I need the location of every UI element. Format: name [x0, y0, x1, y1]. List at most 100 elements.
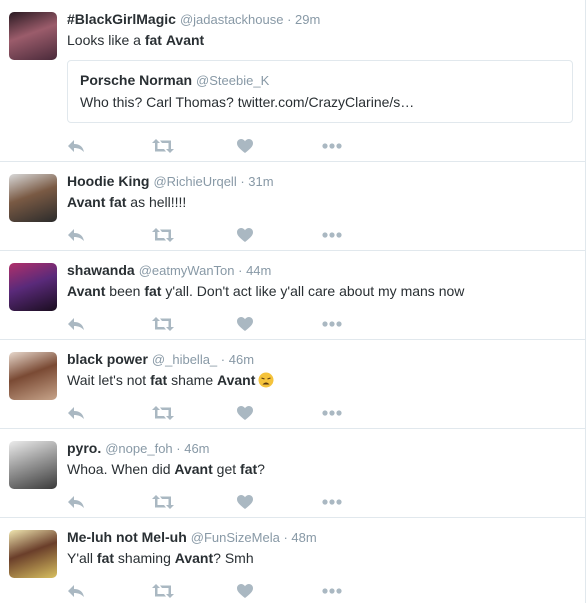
- more-options-button[interactable]: [322, 232, 407, 238]
- tweet-timestamp[interactable]: 44m: [246, 263, 271, 278]
- avatar[interactable]: [9, 441, 57, 489]
- more-options-button[interactable]: [322, 143, 407, 149]
- avatar[interactable]: [9, 530, 57, 578]
- retweet-icon[interactable]: [152, 228, 174, 242]
- retweet-button[interactable]: [152, 317, 237, 331]
- retweet-button[interactable]: [152, 495, 237, 509]
- like-button[interactable]: [237, 406, 322, 420]
- author-handle[interactable]: @RichieUrqell: [153, 174, 236, 189]
- text-segment: y'all. Don't act like y'all care about m…: [161, 283, 465, 299]
- tweet-text: Avant been fat y'all. Don't act like y'a…: [67, 281, 575, 301]
- text-segment: been: [105, 283, 145, 299]
- more-dots-icon[interactable]: [322, 232, 342, 238]
- author-name[interactable]: Me-luh not Mel-uh: [67, 529, 187, 545]
- reply-icon[interactable]: [67, 584, 85, 598]
- like-button[interactable]: [237, 139, 322, 153]
- like-heart-icon[interactable]: [237, 317, 253, 331]
- highlighted-keyword: fat: [96, 550, 115, 566]
- like-button[interactable]: [237, 317, 322, 331]
- author-name[interactable]: shawanda: [67, 262, 135, 278]
- like-button[interactable]: [237, 584, 322, 598]
- more-dots-icon[interactable]: [322, 143, 342, 149]
- tweet: Hoodie King @RichieUrqell · 31m Avant fat …: [0, 162, 585, 251]
- retweet-icon[interactable]: [152, 139, 174, 153]
- reply-button[interactable]: [67, 228, 152, 242]
- reply-icon[interactable]: [67, 139, 85, 153]
- more-dots-icon[interactable]: [322, 588, 342, 594]
- like-heart-icon[interactable]: [237, 495, 253, 509]
- tweet-timestamp[interactable]: 48m: [291, 530, 316, 545]
- more-dots-icon[interactable]: [322, 410, 342, 416]
- more-options-button[interactable]: [322, 321, 407, 327]
- text-segment: Whoa. When did: [67, 461, 175, 477]
- retweet-button[interactable]: [152, 228, 237, 242]
- reply-button[interactable]: [67, 495, 152, 509]
- like-heart-icon[interactable]: [237, 584, 253, 598]
- retweet-icon[interactable]: [152, 584, 174, 598]
- more-dots-icon[interactable]: [322, 321, 342, 327]
- tweet-actions: [67, 576, 575, 603]
- avatar[interactable]: [9, 174, 57, 222]
- like-button[interactable]: [237, 228, 322, 242]
- retweet-icon[interactable]: [152, 406, 174, 420]
- reply-icon[interactable]: [67, 317, 85, 331]
- tweet-timeline: #BlackGirlMagic @jadastackhouse · 29m Look…: [0, 0, 586, 603]
- more-options-button[interactable]: [322, 410, 407, 416]
- quoted-tweet-header: Porsche Norman @Steebie_K: [80, 71, 560, 90]
- reply-button[interactable]: [67, 406, 152, 420]
- tweet-header: black power @_hibella_ · 46m: [67, 350, 575, 369]
- author-name[interactable]: #BlackGirlMagic: [67, 11, 176, 27]
- avatar[interactable]: [9, 263, 57, 311]
- highlighted-keyword: Avant: [67, 194, 106, 210]
- author-handle[interactable]: @jadastackhouse: [180, 12, 284, 27]
- reply-button[interactable]: [67, 584, 152, 598]
- tweet-text: Avant fat as hell!!!!: [67, 192, 575, 212]
- tweet: shawanda @eatmyWanTon · 44m Avant been fat…: [0, 251, 585, 340]
- tweet-header: Me-luh not Mel-uh @FunSizeMela · 48m: [67, 528, 575, 547]
- like-heart-icon[interactable]: [237, 406, 253, 420]
- more-dots-icon[interactable]: [322, 499, 342, 505]
- reply-icon[interactable]: [67, 228, 85, 242]
- tweet: pyro. @nope_foh · 46m Whoa. When did Avant…: [0, 429, 585, 518]
- author-handle[interactable]: @FunSizeMela: [191, 530, 280, 545]
- retweet-button[interactable]: [152, 406, 237, 420]
- text-segment: Y'all: [67, 550, 97, 566]
- like-button[interactable]: [237, 495, 322, 509]
- quoted-tweet[interactable]: Porsche Norman @Steebie_K Who this? Carl T…: [67, 60, 573, 123]
- author-handle[interactable]: @nope_foh: [105, 441, 172, 456]
- tweet-actions: [67, 220, 575, 250]
- retweet-icon[interactable]: [152, 495, 174, 509]
- tweet-actions: [67, 398, 575, 428]
- like-heart-icon[interactable]: [237, 228, 253, 242]
- author-handle[interactable]: @_hibella_: [152, 352, 217, 367]
- avatar[interactable]: [9, 352, 57, 400]
- retweet-button[interactable]: [152, 139, 237, 153]
- tweet-text: Looks like a fat Avant: [67, 30, 575, 50]
- more-options-button[interactable]: [322, 588, 407, 594]
- retweet-button[interactable]: [152, 584, 237, 598]
- reply-button[interactable]: [67, 139, 152, 153]
- author-name[interactable]: black power: [67, 351, 148, 367]
- quoted-author-name: Porsche Norman: [80, 72, 193, 88]
- tweet-timestamp[interactable]: 29m: [295, 12, 320, 27]
- text-segment: ? Smh: [213, 550, 254, 566]
- author-name[interactable]: pyro.: [67, 440, 101, 456]
- author-name[interactable]: Hoodie King: [67, 173, 149, 189]
- retweet-icon[interactable]: [152, 317, 174, 331]
- avatar[interactable]: [9, 12, 57, 60]
- tweet: Me-luh not Mel-uh @FunSizeMela · 48m Y'all…: [0, 518, 585, 603]
- more-options-button[interactable]: [322, 499, 407, 505]
- text-segment: Looks like a: [67, 32, 145, 48]
- tweet-header: pyro. @nope_foh · 46m: [67, 439, 575, 458]
- highlighted-keyword: Avant: [174, 461, 213, 477]
- tweet-timestamp[interactable]: 46m: [184, 441, 209, 456]
- separator-dot: ·: [279, 530, 292, 545]
- tweet-timestamp[interactable]: 46m: [229, 352, 254, 367]
- reply-button[interactable]: [67, 317, 152, 331]
- author-handle[interactable]: @eatmyWanTon: [139, 263, 235, 278]
- like-heart-icon[interactable]: [237, 139, 253, 153]
- reply-icon[interactable]: [67, 495, 85, 509]
- separator-dot: ·: [234, 263, 247, 278]
- reply-icon[interactable]: [67, 406, 85, 420]
- tweet-timestamp[interactable]: 31m: [248, 174, 273, 189]
